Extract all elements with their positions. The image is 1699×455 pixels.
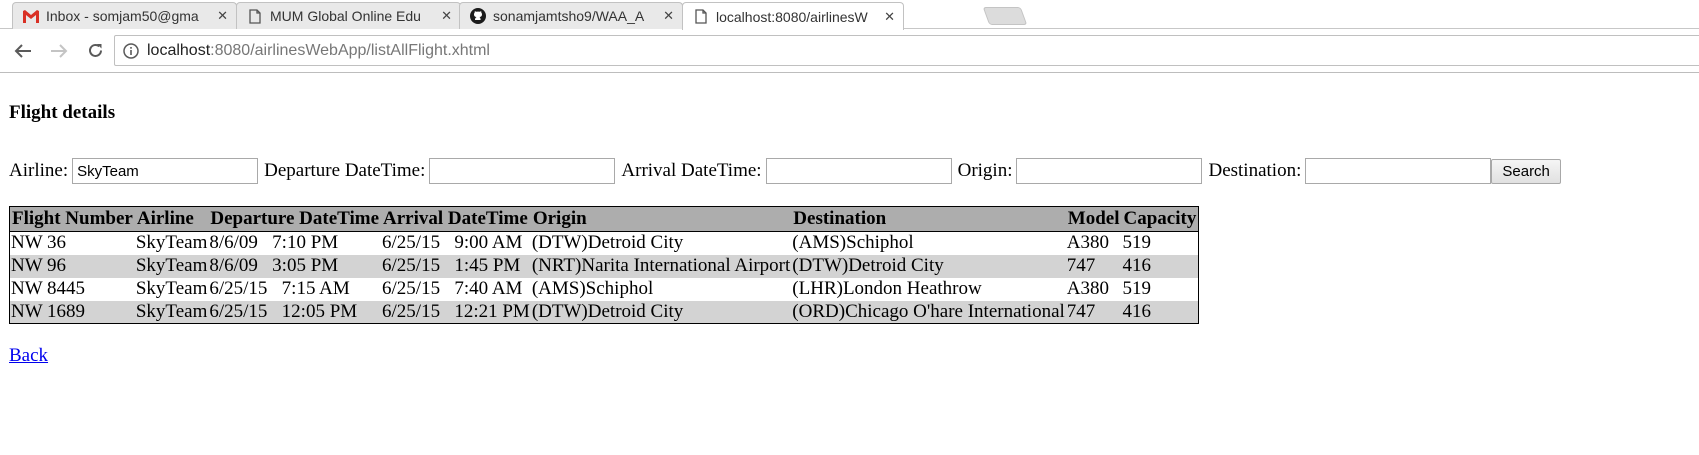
table-cell: NW 36 bbox=[11, 232, 67, 254]
origin-label: Origin: bbox=[957, 160, 1013, 181]
back-link[interactable]: Back bbox=[9, 345, 48, 367]
gmail-icon bbox=[23, 8, 39, 24]
tab-gmail[interactable]: Inbox - somjam50@gma ✕ bbox=[12, 2, 237, 29]
destination-label: Destination: bbox=[1208, 160, 1302, 181]
table-cell: 519 bbox=[1122, 278, 1152, 299]
search-button[interactable]: Search bbox=[1491, 158, 1561, 184]
new-tab-button[interactable] bbox=[982, 7, 1028, 25]
page-content: Flight details Airline: Departure DateTi… bbox=[0, 102, 1699, 367]
forward-arrow-icon[interactable] bbox=[44, 36, 74, 66]
airline-input[interactable] bbox=[72, 158, 259, 184]
table-cell: 6/25/15 12:05 PM bbox=[208, 300, 382, 324]
tab-mum[interactable]: MUM Global Online Edu ✕ bbox=[236, 2, 461, 29]
origin-input[interactable] bbox=[1016, 158, 1203, 184]
table-cell: 6/25/15 9:00 AM bbox=[382, 232, 523, 254]
document-icon bbox=[247, 8, 263, 24]
page-title: Flight details bbox=[9, 102, 116, 123]
table-cell: 6/25/15 7:40 AM bbox=[382, 278, 523, 299]
table-cell: (ORD)Chicago O'hare International bbox=[791, 300, 1066, 324]
tab-localhost[interactable]: localhost:8080/airlinesW ✕ bbox=[682, 2, 904, 30]
address-bar[interactable]: localhost:8080/airlinesWebApp/listAllFli… bbox=[114, 35, 1699, 66]
close-icon[interactable]: ✕ bbox=[217, 8, 228, 24]
table-row: NW 36 SkyTeam 8/6/09 7:10 PM 6/25/15 9:0… bbox=[10, 232, 1199, 255]
table-cell: 416 bbox=[1121, 300, 1199, 324]
tab-title: sonamjamtsho9/WAA_A bbox=[493, 8, 645, 24]
column-header: Capacity bbox=[1121, 206, 1199, 232]
info-icon[interactable] bbox=[123, 42, 139, 59]
document-icon bbox=[693, 9, 709, 25]
table-row: NW 1689 SkyTeam 6/25/15 12:05 PM 6/25/15… bbox=[9, 300, 1199, 324]
tab-title: MUM Global Online Edu bbox=[270, 8, 421, 24]
table-cell: (DTW)Detroid City bbox=[531, 232, 684, 254]
url-path: :8080/airlinesWebApp/listAllFlight.xhtml bbox=[210, 41, 490, 59]
table-cell: (LHR)London Heathrow bbox=[792, 278, 982, 299]
tab-strip: Inbox - somjam50@gma ✕ MUM Global Online… bbox=[0, 0, 1699, 30]
table-row: NW 8445 SkyTeam 6/25/15 7:15 AM 6/25/15 … bbox=[10, 278, 1199, 301]
table-cell: 8/6/09 3:05 PM bbox=[208, 254, 382, 278]
table-cell: (DTW)Detroid City bbox=[530, 300, 792, 324]
table-cell: 6/25/15 7:15 AM bbox=[209, 278, 350, 299]
tab-title: localhost:8080/airlinesW bbox=[716, 8, 868, 25]
column-header: Destination bbox=[791, 206, 1066, 232]
tab-title: Inbox - somjam50@gma bbox=[46, 8, 199, 24]
browser-toolbar: localhost:8080/airlinesWebApp/listAllFli… bbox=[0, 29, 1699, 73]
arrival-datetime-input[interactable] bbox=[765, 158, 952, 184]
table-cell: A380 bbox=[1066, 278, 1110, 299]
table-cell: SkyTeam bbox=[135, 232, 208, 254]
table-row: NW 96 SkyTeam 8/6/09 3:05 PM 6/25/15 1:4… bbox=[9, 254, 1199, 278]
column-header: Airline bbox=[134, 206, 209, 232]
table-cell: (NRT)Narita International Airport bbox=[530, 254, 792, 278]
departure-datetime-input[interactable] bbox=[429, 158, 616, 184]
column-header: Model bbox=[1065, 206, 1122, 232]
table-cell: NW 96 bbox=[9, 254, 135, 278]
table-cell: 8/6/09 7:10 PM bbox=[209, 232, 339, 254]
airline-label: Airline: bbox=[9, 160, 69, 181]
table-cell: (DTW)Detroid City bbox=[791, 254, 1066, 278]
url-host: localhost bbox=[147, 41, 211, 59]
table-cell: SkyTeam bbox=[135, 278, 208, 299]
table-cell: A380 bbox=[1066, 232, 1110, 254]
table-cell: 519 bbox=[1122, 232, 1152, 254]
table-cell: SkyTeam bbox=[134, 300, 209, 324]
departure-datetime-label: Departure DateTime: bbox=[264, 160, 426, 181]
reload-icon[interactable] bbox=[80, 36, 110, 66]
table-cell: (AMS)Schiphol bbox=[792, 232, 914, 254]
github-icon bbox=[470, 8, 486, 24]
table-cell: (AMS)Schiphol bbox=[531, 278, 654, 299]
column-header: Departure DateTime bbox=[208, 206, 382, 232]
flights-table: Flight Number Airline Departure DateTime… bbox=[9, 206, 1200, 324]
close-icon[interactable]: ✕ bbox=[663, 8, 674, 24]
column-header: Origin bbox=[530, 206, 792, 232]
tab-github[interactable]: sonamjamtsho9/WAA_A ✕ bbox=[459, 2, 683, 29]
table-cell: 747 bbox=[1065, 300, 1122, 324]
table-cell: NW 1689 bbox=[9, 300, 135, 324]
column-header: Arrival DateTime bbox=[381, 206, 531, 232]
table-cell: 747 bbox=[1065, 254, 1122, 278]
table-cell: 6/25/15 1:45 PM bbox=[381, 254, 531, 278]
arrival-datetime-label: Arrival DateTime: bbox=[621, 160, 762, 181]
table-cell: 416 bbox=[1121, 254, 1199, 278]
back-arrow-icon[interactable] bbox=[8, 36, 38, 66]
table-header-row: Flight Number Airline Departure DateTime… bbox=[9, 206, 1199, 232]
table-cell: SkyTeam bbox=[134, 254, 209, 278]
table-cell: NW 8445 bbox=[11, 278, 86, 299]
table-cell: 6/25/15 12:21 PM bbox=[381, 300, 531, 324]
close-icon[interactable]: ✕ bbox=[441, 8, 452, 24]
destination-input[interactable] bbox=[1305, 158, 1492, 184]
search-form: Airline: Departure DateTime: Arrival Dat… bbox=[9, 158, 1690, 184]
column-header: Flight Number bbox=[9, 206, 135, 232]
close-icon[interactable]: ✕ bbox=[884, 9, 895, 25]
